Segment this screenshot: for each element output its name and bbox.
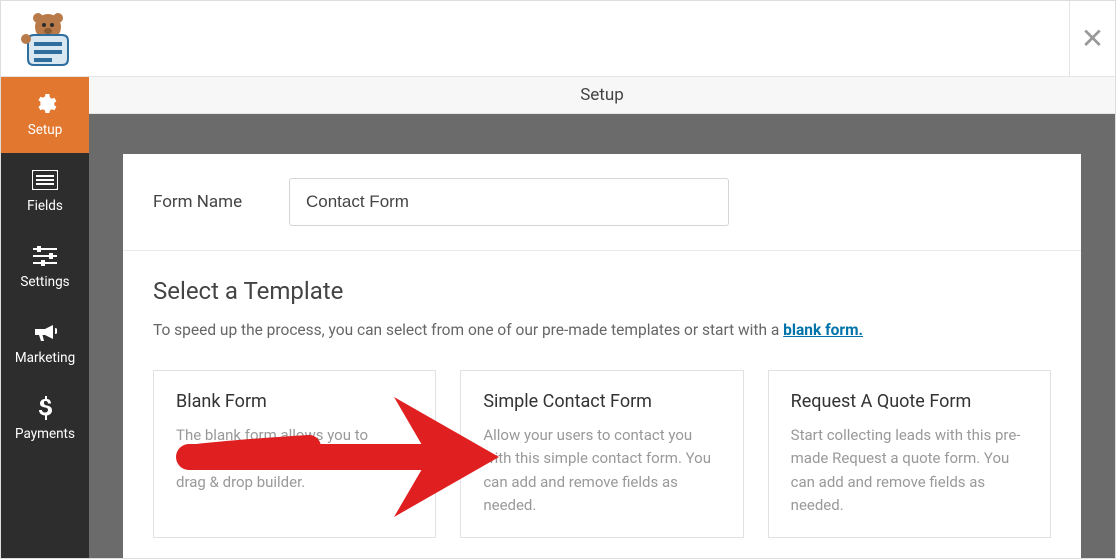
sidebar-item-setup[interactable]: Setup: [1, 77, 89, 153]
form-name-label: Form Name: [153, 192, 249, 212]
sliders-icon: [33, 244, 57, 268]
sidebar-item-label: Payments: [15, 426, 75, 442]
close-icon: ✕: [1081, 22, 1104, 55]
form-name-input[interactable]: [289, 178, 729, 226]
sidebar-item-fields[interactable]: Fields: [1, 153, 89, 229]
sidebar-item-label: Marketing: [15, 350, 75, 366]
select-template-heading: Select a Template: [153, 277, 1051, 305]
template-card-request-a-quote[interactable]: Request A Quote Form Start collecting le…: [768, 370, 1051, 538]
bullhorn-icon: [33, 320, 57, 344]
close-button[interactable]: ✕: [1069, 1, 1115, 76]
setup-panel: Form Name Select a Template To speed up …: [123, 154, 1081, 558]
sidebar: Setup Fields Settings Marketing: [1, 77, 89, 558]
page-title: Setup: [580, 85, 624, 105]
sidebar-item-label: Settings: [20, 274, 69, 290]
list-icon: [32, 168, 58, 192]
page-title-bar: Setup: [89, 77, 1115, 114]
gear-icon: [33, 92, 57, 116]
template-card-description: The blank form allows you to create any …: [176, 424, 413, 494]
template-card-description: Start collecting leads with this pre-mad…: [791, 424, 1028, 517]
dollar-icon: [37, 396, 53, 420]
template-card-simple-contact-form[interactable]: Simple Contact Form Allow your users to …: [460, 370, 743, 538]
blank-form-link[interactable]: blank form.: [783, 321, 863, 339]
sidebar-item-label: Fields: [27, 198, 63, 214]
select-template-subtext: To speed up the process, you can select …: [153, 319, 1051, 342]
brand-logo: [1, 1, 89, 76]
template-card-title: Blank Form: [176, 391, 413, 412]
sidebar-item-settings[interactable]: Settings: [1, 229, 89, 305]
template-card-title: Simple Contact Form: [483, 391, 720, 412]
sidebar-item-label: Setup: [28, 122, 63, 138]
subtext-prefix: To speed up the process, you can select …: [153, 321, 783, 339]
sidebar-item-marketing[interactable]: Marketing: [1, 305, 89, 381]
template-card-description: Allow your users to contact you with thi…: [483, 424, 720, 517]
template-card-blank-form[interactable]: Blank Form The blank form allows you to …: [153, 370, 436, 538]
template-card-title: Request A Quote Form: [791, 391, 1028, 412]
sidebar-item-payments[interactable]: Payments: [1, 381, 89, 457]
